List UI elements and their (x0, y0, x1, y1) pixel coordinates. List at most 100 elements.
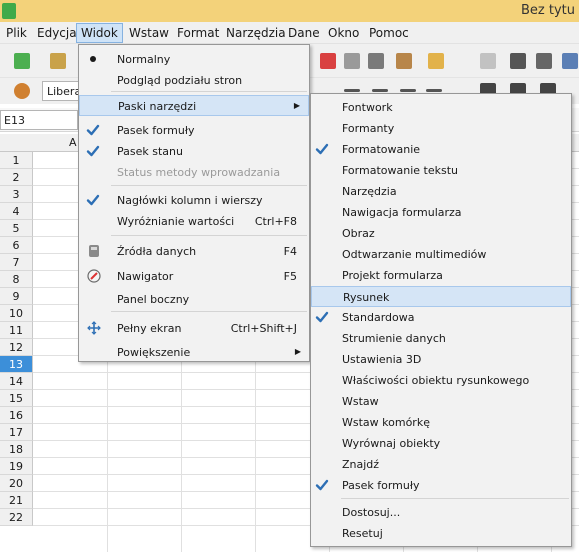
menu-widok[interactable]: Widok (76, 23, 123, 43)
open-folder-icon[interactable] (50, 53, 66, 69)
row-header[interactable]: 11 (0, 322, 33, 339)
new-document-icon[interactable] (14, 53, 30, 69)
toolbar-submenu-item[interactable]: Odtwarzanie multimediów (311, 244, 571, 265)
toolbar-submenu-item[interactable]: Projekt formularza (311, 265, 571, 286)
name-box[interactable]: E13 (0, 110, 78, 130)
view-menu-item[interactable]: Normalny (79, 49, 309, 70)
row-header[interactable]: 4 (0, 203, 33, 220)
row-header[interactable]: 5 (0, 220, 33, 237)
menu-item-label: Resetuj (342, 527, 383, 540)
undo-icon[interactable] (428, 53, 444, 69)
view-menu-item[interactable]: Źródła danych F4 (79, 241, 309, 262)
toolbar-submenu-item[interactable]: Właściwości obiektu rysunkowego (311, 370, 571, 391)
row-icon[interactable] (562, 53, 578, 69)
row-header[interactable]: 7 (0, 254, 33, 271)
view-menu-item[interactable]: Nawigator F5 (79, 266, 309, 287)
row-header[interactable]: 22 (0, 509, 33, 526)
window-title: Bez tytu (521, 3, 575, 18)
row-header[interactable]: 21 (0, 492, 33, 509)
view-menu-item[interactable]: Nagłówki kolumn i wierszy (79, 190, 309, 211)
view-menu-item[interactable]: Paski narzędzi ▶ (79, 95, 309, 116)
toolbar-submenu-item[interactable]: Dostosuj... (311, 502, 571, 523)
menu-item-label: Dostosuj... (342, 506, 401, 519)
toolbar-submenu-item[interactable]: Wstaw komórkę (311, 412, 571, 433)
row-header[interactable]: 14 (0, 373, 33, 390)
toolbar-submenu-item[interactable]: Rysunek (311, 286, 571, 307)
toolbar-submenu-item[interactable]: Formatowanie (311, 139, 571, 160)
view-menu-item[interactable]: Pasek formuły (79, 120, 309, 141)
sidebar-style-icon[interactable] (14, 83, 30, 99)
toolbar-submenu-item[interactable]: Narzędzia (311, 181, 571, 202)
row-header[interactable]: 13 (0, 356, 33, 373)
menu-edycja[interactable]: Edycja (33, 25, 81, 42)
menu-item-label: Podgląd podziału stron (117, 74, 243, 87)
row-header[interactable]: 18 (0, 441, 33, 458)
toolbar-submenu-item[interactable]: Formanty (311, 118, 571, 139)
row-header[interactable]: 8 (0, 271, 33, 288)
view-menu-item[interactable]: Wyróżnianie wartości Ctrl+F8 (79, 211, 309, 232)
row-header[interactable]: 3 (0, 186, 33, 203)
toolbar-submenu-item[interactable]: Obraz (311, 223, 571, 244)
cut-icon[interactable] (320, 53, 336, 69)
toolbar-submenu-item[interactable]: Ustawienia 3D (311, 349, 571, 370)
check-icon (315, 478, 329, 492)
clone-formatting-icon[interactable] (396, 53, 412, 69)
row-header[interactable]: 9 (0, 288, 33, 305)
menu-okno[interactable]: Okno (324, 25, 363, 42)
row-header[interactable]: 19 (0, 458, 33, 475)
view-menu-item[interactable]: Pasek stanu (79, 141, 309, 162)
row-header[interactable]: 15 (0, 390, 33, 407)
column-header-a[interactable]: A (69, 136, 77, 149)
menu-item-label: Źródła danych (117, 245, 197, 258)
redo-icon[interactable] (480, 53, 496, 69)
menu-plik[interactable]: Plik (2, 25, 31, 42)
menu-item-label: Narzędzia (342, 185, 397, 198)
menu-item-label: Pełny ekran (117, 322, 182, 335)
menu-dane[interactable]: Dane (284, 25, 324, 42)
row-header[interactable]: 1 (0, 152, 33, 169)
menu-item-label: Formatowanie tekstu (342, 164, 458, 177)
paste-icon[interactable] (368, 53, 384, 69)
toolbar-submenu-item[interactable]: Fontwork (311, 97, 571, 118)
row-header[interactable]: 6 (0, 237, 33, 254)
find-replace-icon[interactable] (510, 53, 526, 69)
toolbar-submenu-item[interactable]: Nawigacja formularza (311, 202, 571, 223)
view-menu-item[interactable]: Panel boczny (79, 289, 309, 310)
align-left-icon[interactable] (344, 89, 360, 92)
toolbar-submenu-item[interactable]: Wstaw (311, 391, 571, 412)
justify-icon[interactable] (426, 89, 442, 92)
submenu-arrow-icon: ▶ (293, 101, 300, 110)
view-menu-item[interactable]: Powiększenie ▶ (79, 342, 309, 363)
menu-bar: Plik Edycja Widok Wstaw Format Narzędzia… (0, 22, 579, 44)
toolbar-submenu-item[interactable]: Pasek formuły (311, 475, 571, 496)
menu-pomoc[interactable]: Pomoc (365, 25, 413, 42)
view-menu-item[interactable]: Pełny ekran Ctrl+Shift+J (79, 318, 309, 339)
menu-separator (111, 311, 307, 312)
toolbar-submenu-item[interactable]: Wyrównaj obiekty (311, 433, 571, 454)
menu-wstaw[interactable]: Wstaw (125, 25, 173, 42)
row-header[interactable]: 17 (0, 424, 33, 441)
menu-narzedzia[interactable]: Narzędzia (222, 25, 290, 42)
view-menu-item[interactable]: Podgląd podziału stron (79, 70, 309, 91)
row-header[interactable]: 10 (0, 305, 33, 322)
menu-item-shortcut: Ctrl+Shift+J (230, 322, 297, 335)
align-center-icon[interactable] (372, 89, 388, 92)
menu-item-label: Status metody wprowadzania (117, 166, 281, 179)
toolbar-submenu-item[interactable]: Standardowa (311, 307, 571, 328)
row-header[interactable]: 12 (0, 339, 33, 356)
toolbar-submenu-item[interactable]: Resetuj (311, 523, 571, 544)
menu-item-shortcut: F5 (283, 270, 297, 283)
font-name-combo[interactable]: Libera (42, 81, 82, 101)
toolbar-submenu-item[interactable]: Znajdź (311, 454, 571, 475)
copy-icon[interactable] (344, 53, 360, 69)
row-header[interactable]: 2 (0, 169, 33, 186)
toolbar-submenu-item[interactable]: Formatowanie tekstu (311, 160, 571, 181)
menu-item-label: Pasek formuły (117, 124, 195, 137)
spelling-icon[interactable] (536, 53, 552, 69)
row-header[interactable]: 16 (0, 407, 33, 424)
menu-format[interactable]: Format (173, 25, 223, 42)
align-right-icon[interactable] (400, 89, 416, 92)
toolbar-submenu-item[interactable]: Strumienie danych (311, 328, 571, 349)
row-header[interactable]: 20 (0, 475, 33, 492)
title-bar: Bez tytu (0, 0, 579, 22)
